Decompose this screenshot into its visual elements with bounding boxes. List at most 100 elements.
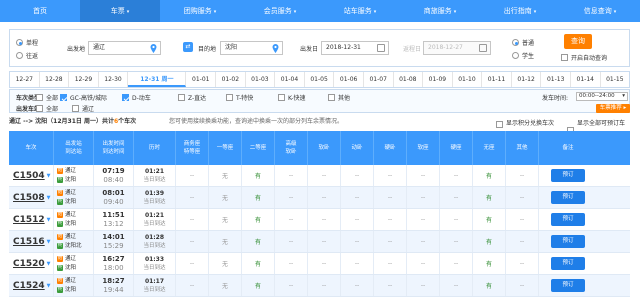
seat-cell: -- xyxy=(341,187,374,208)
chevron-down-icon[interactable]: ▼ xyxy=(47,239,51,245)
recommend-button[interactable]: 车票推荐 ▸ xyxy=(596,104,630,113)
date-tab[interactable]: 01-12 xyxy=(512,72,542,87)
location-pin-icon xyxy=(272,44,279,53)
to-input[interactable]: 沈阳 xyxy=(220,41,283,55)
train-number-link[interactable]: C1512 xyxy=(13,215,45,225)
book-button[interactable]: 预订 xyxy=(551,191,585,204)
train-number-link[interactable]: C1516 xyxy=(13,237,45,247)
calendar-icon xyxy=(377,44,385,52)
nav-item-0[interactable]: 首页 xyxy=(0,0,80,22)
train-type-checkbox[interactable]: D-动车 xyxy=(122,93,151,102)
book-cell: 预订 xyxy=(539,165,597,186)
to-station: 终沈阳 xyxy=(57,198,76,207)
train-type-checkbox[interactable]: 其他 xyxy=(328,93,350,102)
date-tab[interactable]: 01-10 xyxy=(453,72,483,87)
chevron-down-icon[interactable]: ▼ xyxy=(47,217,51,223)
date-tab[interactable]: 01-04 xyxy=(275,72,305,87)
swap-stations-icon[interactable]: ⇄ xyxy=(183,42,193,52)
seat-cell: -- xyxy=(308,275,341,296)
auto-query-checkbox[interactable]: 开启自动查询 xyxy=(561,53,607,62)
column-header-label: 其他 xyxy=(516,145,528,151)
book-button[interactable]: 预订 xyxy=(551,169,585,182)
book-button[interactable]: 预订 xyxy=(551,257,585,270)
chevron-down-icon[interactable]: ▼ xyxy=(47,195,51,201)
train-number-link[interactable]: C1524 xyxy=(13,281,45,291)
nav-item-label: 会员服务 xyxy=(263,7,292,15)
passenger-student-radio[interactable]: 学生 xyxy=(512,51,534,60)
table-row: C1524 ▼ 始通辽终沈阳 18:27 19:44 01:17 当日到达 -- 无有 -- -- -… xyxy=(9,275,630,297)
filter-panel: 车次类型: 全部 GC-高铁/城际 D-动车 Z-直达 T-特快 K-快速 其他 出发车站:… xyxy=(9,89,630,113)
date-tab[interactable]: 12-27 xyxy=(10,72,40,87)
train-type-checkbox[interactable]: GC-高铁/城际 xyxy=(60,93,107,102)
date-tab[interactable]: 01-15 xyxy=(601,72,630,87)
date-tab[interactable]: 12-31 周一 xyxy=(128,72,187,87)
to-station: 终沈阳 xyxy=(57,264,76,273)
chevron-down-icon[interactable]: ▼ xyxy=(47,283,51,289)
seat-cell: 无 xyxy=(209,187,242,208)
date-tab[interactable]: 01-01 xyxy=(186,72,217,87)
column-header-label: 硬座 xyxy=(450,145,462,151)
train-type-checkbox[interactable]: K-快速 xyxy=(278,93,305,102)
date-tab[interactable]: 01-11 xyxy=(482,72,512,87)
train-type-checkbox[interactable]: Z-直达 xyxy=(178,93,206,102)
duration-cell: 01:21 当日到达 xyxy=(134,209,176,230)
from-station: 始通辽 xyxy=(57,211,76,220)
date-tab[interactable]: 01-05 xyxy=(305,72,335,87)
start-station-icon: 始 xyxy=(57,256,63,262)
train-number-link[interactable]: C1508 xyxy=(13,193,45,203)
column-header: 其他 xyxy=(506,131,539,165)
book-button[interactable]: 预订 xyxy=(551,279,585,292)
return-date-input[interactable]: 2018-12-27 xyxy=(423,41,491,55)
seat-cell: 有 xyxy=(242,253,275,274)
column-header: 动卧 xyxy=(341,131,374,165)
from-label: 出发地 xyxy=(67,46,86,53)
date-tab[interactable]: 01-13 xyxy=(541,72,571,87)
nav-item-2[interactable]: 团购服务 ▾ xyxy=(160,0,240,22)
date-tab[interactable]: 12-28 xyxy=(40,72,70,87)
from-station: 始通辽 xyxy=(57,189,76,198)
date-tab[interactable]: 01-07 xyxy=(364,72,394,87)
nav-item-6[interactable]: 出行指南 ▾ xyxy=(480,0,560,22)
depart-time-select[interactable]: 00:00--24:00 ▾ xyxy=(576,92,628,101)
date-tab[interactable]: 12-30 xyxy=(99,72,129,87)
depart-date-input[interactable]: 2018-12-31 xyxy=(321,41,389,55)
to-label: 目的地 xyxy=(198,46,217,53)
trip-oneway-radio[interactable]: 单程 xyxy=(16,38,38,47)
train-type-checkbox[interactable]: 全部 xyxy=(36,93,58,102)
nav-item-4[interactable]: 站车服务 ▾ xyxy=(320,0,400,22)
nav-item-1[interactable]: 车票 ▾ xyxy=(80,0,160,22)
nav-item-7[interactable]: 信息查询 ▾ xyxy=(560,0,640,22)
nav-item-3[interactable]: 会员服务 ▾ xyxy=(240,0,320,22)
from-input[interactable]: 通辽 xyxy=(88,41,161,55)
date-tab[interactable]: 01-08 xyxy=(394,72,424,87)
seat-cell: -- xyxy=(176,253,209,274)
train-number-link[interactable]: C1520 xyxy=(13,259,45,269)
train-number-link[interactable]: C1504 xyxy=(13,171,45,181)
date-tab[interactable]: 01-09 xyxy=(423,72,453,87)
seat-cell: -- xyxy=(506,209,539,230)
date-tab[interactable]: 12-29 xyxy=(69,72,99,87)
trip-roundtrip-radio[interactable]: 往返 xyxy=(16,51,38,60)
date-tab[interactable]: 01-14 xyxy=(571,72,601,87)
checkbox-label: D-动车 xyxy=(132,95,151,102)
station-checkbox[interactable]: 通辽 xyxy=(72,104,94,113)
points-trains-checkbox[interactable]: 显示积分兑换车次 xyxy=(496,118,554,130)
column-header-label: 车次 xyxy=(25,145,37,151)
train-type-checkbox[interactable]: T-特快 xyxy=(226,93,253,102)
seat-cell: 无 xyxy=(209,231,242,252)
date-tab[interactable]: 01-03 xyxy=(246,72,276,87)
nav-item-5[interactable]: 商旅服务 ▾ xyxy=(400,0,480,22)
table-row: C1520 ▼ 始通辽终沈阳 16:27 18:00 01:33 当日到达 -- 无有 -- -- -… xyxy=(9,253,630,275)
date-tab[interactable]: 01-02 xyxy=(216,72,246,87)
passenger-adult-radio[interactable]: 普通 xyxy=(512,38,534,47)
date-tab[interactable]: 01-06 xyxy=(334,72,364,87)
book-button[interactable]: 预订 xyxy=(551,213,585,226)
chevron-down-icon[interactable]: ▼ xyxy=(47,261,51,267)
book-button[interactable]: 预订 xyxy=(551,235,585,248)
query-button[interactable]: 查询 xyxy=(564,34,592,49)
station-checkbox[interactable]: 全部 xyxy=(36,104,58,113)
chevron-down-icon[interactable]: ▼ xyxy=(47,173,51,179)
column-header: 高级 软卧 xyxy=(275,131,308,165)
station-cell: 始通辽终沈阳 xyxy=(54,275,94,296)
seat-cell: -- xyxy=(374,209,407,230)
